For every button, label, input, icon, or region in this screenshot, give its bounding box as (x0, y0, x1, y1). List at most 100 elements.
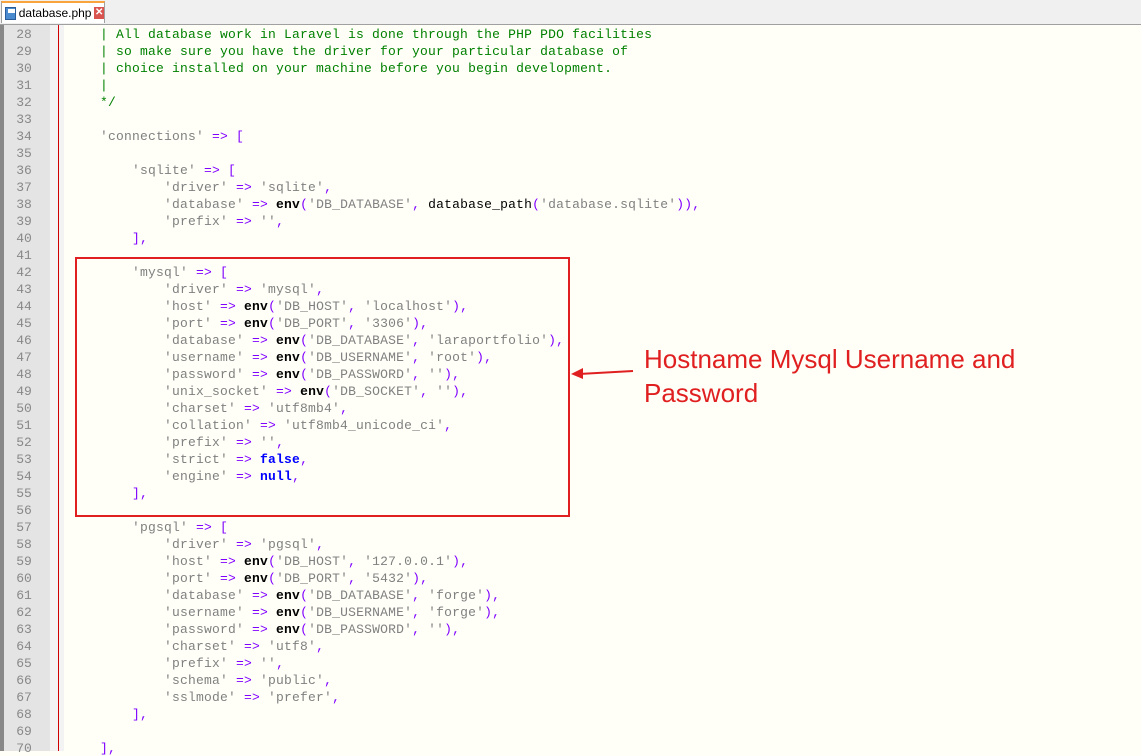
code-token: 'public' (260, 673, 325, 688)
code-token: 'prefix' (68, 656, 229, 671)
line-number: 46 (16, 333, 32, 348)
line-number: 50 (16, 401, 32, 416)
line-number: 59 (16, 554, 32, 569)
code-token: env (276, 622, 301, 637)
code-token: 'pgsql' (260, 537, 317, 552)
code-token: => (244, 605, 277, 620)
line-number: 34 (16, 129, 32, 144)
save-icon (5, 6, 16, 20)
code-token: 'pgsql' (68, 520, 189, 535)
code-token: => (228, 673, 261, 688)
code-token: ), (484, 605, 501, 620)
code-token: 'DB_PASSWORD' (308, 622, 413, 637)
line-number: 54 (16, 469, 32, 484)
code-token: 'prefer' (268, 690, 333, 705)
code-token: 'charset' (68, 639, 237, 654)
code-token: 'DB_DATABASE' (308, 588, 413, 603)
fold-margin[interactable] (50, 25, 64, 751)
code-line: ], (68, 741, 116, 756)
line-number: 56 (16, 503, 32, 518)
code-token: 'port' (68, 571, 213, 586)
line-number: 58 (16, 537, 32, 552)
code-token: ), (412, 571, 429, 586)
line-number: 65 (16, 656, 32, 671)
line-number: 51 (16, 418, 32, 433)
code-line: 'driver' => 'pgsql', (68, 537, 324, 552)
close-icon[interactable]: ✕ (94, 7, 104, 19)
line-number: 36 (16, 163, 32, 178)
code-line: ], (68, 231, 148, 246)
highlight-box (75, 257, 570, 517)
code-line: */ (68, 95, 116, 110)
code-token: 'schema' (68, 673, 229, 688)
line-number: 42 (16, 265, 32, 280)
code-token: => (228, 537, 261, 552)
code-token: , (412, 197, 429, 212)
line-number: 67 (16, 690, 32, 705)
code-token: => [ (188, 520, 229, 535)
line-number: 60 (16, 571, 32, 586)
line-number: 66 (16, 673, 32, 688)
code-line: 'sqlite' => [ (68, 163, 236, 178)
code-token: , (348, 571, 365, 586)
code-token: env (244, 571, 269, 586)
code-token: ( (300, 605, 309, 620)
code-token: , (324, 180, 333, 195)
code-line: 'prefix' => '', (68, 656, 284, 671)
code-line: 'host' => env('DB_HOST', '127.0.0.1'), (68, 554, 468, 569)
line-number: 49 (16, 384, 32, 399)
code-line: 'prefix' => '', (68, 214, 284, 229)
line-number: 55 (16, 486, 32, 501)
code-token: 'DB_PORT' (276, 571, 349, 586)
line-number: 29 (16, 44, 32, 59)
code-token: 'password' (68, 622, 245, 637)
line-number: 61 (16, 588, 32, 603)
line-number: 52 (16, 435, 32, 450)
code-token: => (236, 639, 269, 654)
code-token: ], (68, 707, 149, 722)
code-line: 'schema' => 'public', (68, 673, 332, 688)
code-line: 'driver' => 'sqlite', (68, 180, 332, 195)
code-token: ( (268, 571, 277, 586)
line-number: 69 (16, 724, 32, 739)
line-number: 33 (16, 112, 32, 127)
line-number: 45 (16, 316, 32, 331)
tab-database-php[interactable]: database.php ✕ (1, 1, 105, 23)
annotation-line-1: Hostname Mysql Username and (644, 344, 1016, 374)
code-line: 'password' => env('DB_PASSWORD', ''), (68, 622, 460, 637)
code-token: => (236, 690, 269, 705)
code-token: , (324, 673, 333, 688)
code-line: | so make sure you have the driver for y… (68, 44, 628, 59)
code-token: 'host' (68, 554, 213, 569)
code-token: , (332, 690, 341, 705)
code-token: => (212, 571, 245, 586)
annotation-line-2: Password (644, 378, 759, 408)
code-token: )), (676, 197, 701, 212)
code-token: ( (532, 197, 541, 212)
code-token: 'forge' (428, 605, 485, 620)
code-token: 'driver' (68, 180, 229, 195)
line-number: 47 (16, 350, 32, 365)
code-token: => (228, 180, 261, 195)
code-token: ), (452, 554, 469, 569)
line-number: 35 (16, 146, 32, 161)
tab-label: database.php (18, 6, 92, 20)
code-token: 'sslmode' (68, 690, 237, 705)
code-token: , (316, 537, 325, 552)
code-token: , (412, 622, 429, 637)
line-number: 64 (16, 639, 32, 654)
code-token: env (276, 605, 301, 620)
line-number: 31 (16, 78, 32, 93)
code-token: => [ (204, 129, 245, 144)
code-line: 'database' => env('DB_DATABASE', databas… (68, 197, 700, 212)
code-line: 'connections' => [ (68, 129, 244, 144)
code-token: , (316, 639, 325, 654)
code-token: 'connections' (68, 129, 205, 144)
code-token: '' (428, 622, 445, 637)
code-token: 'database.sqlite' (540, 197, 677, 212)
arrow-icon (571, 368, 634, 379)
code-line: 'charset' => 'utf8', (68, 639, 324, 654)
code-token: 'sqlite' (260, 180, 325, 195)
code-token: '' (260, 656, 277, 671)
code-token: | choice installed on your machine befor… (68, 61, 613, 76)
